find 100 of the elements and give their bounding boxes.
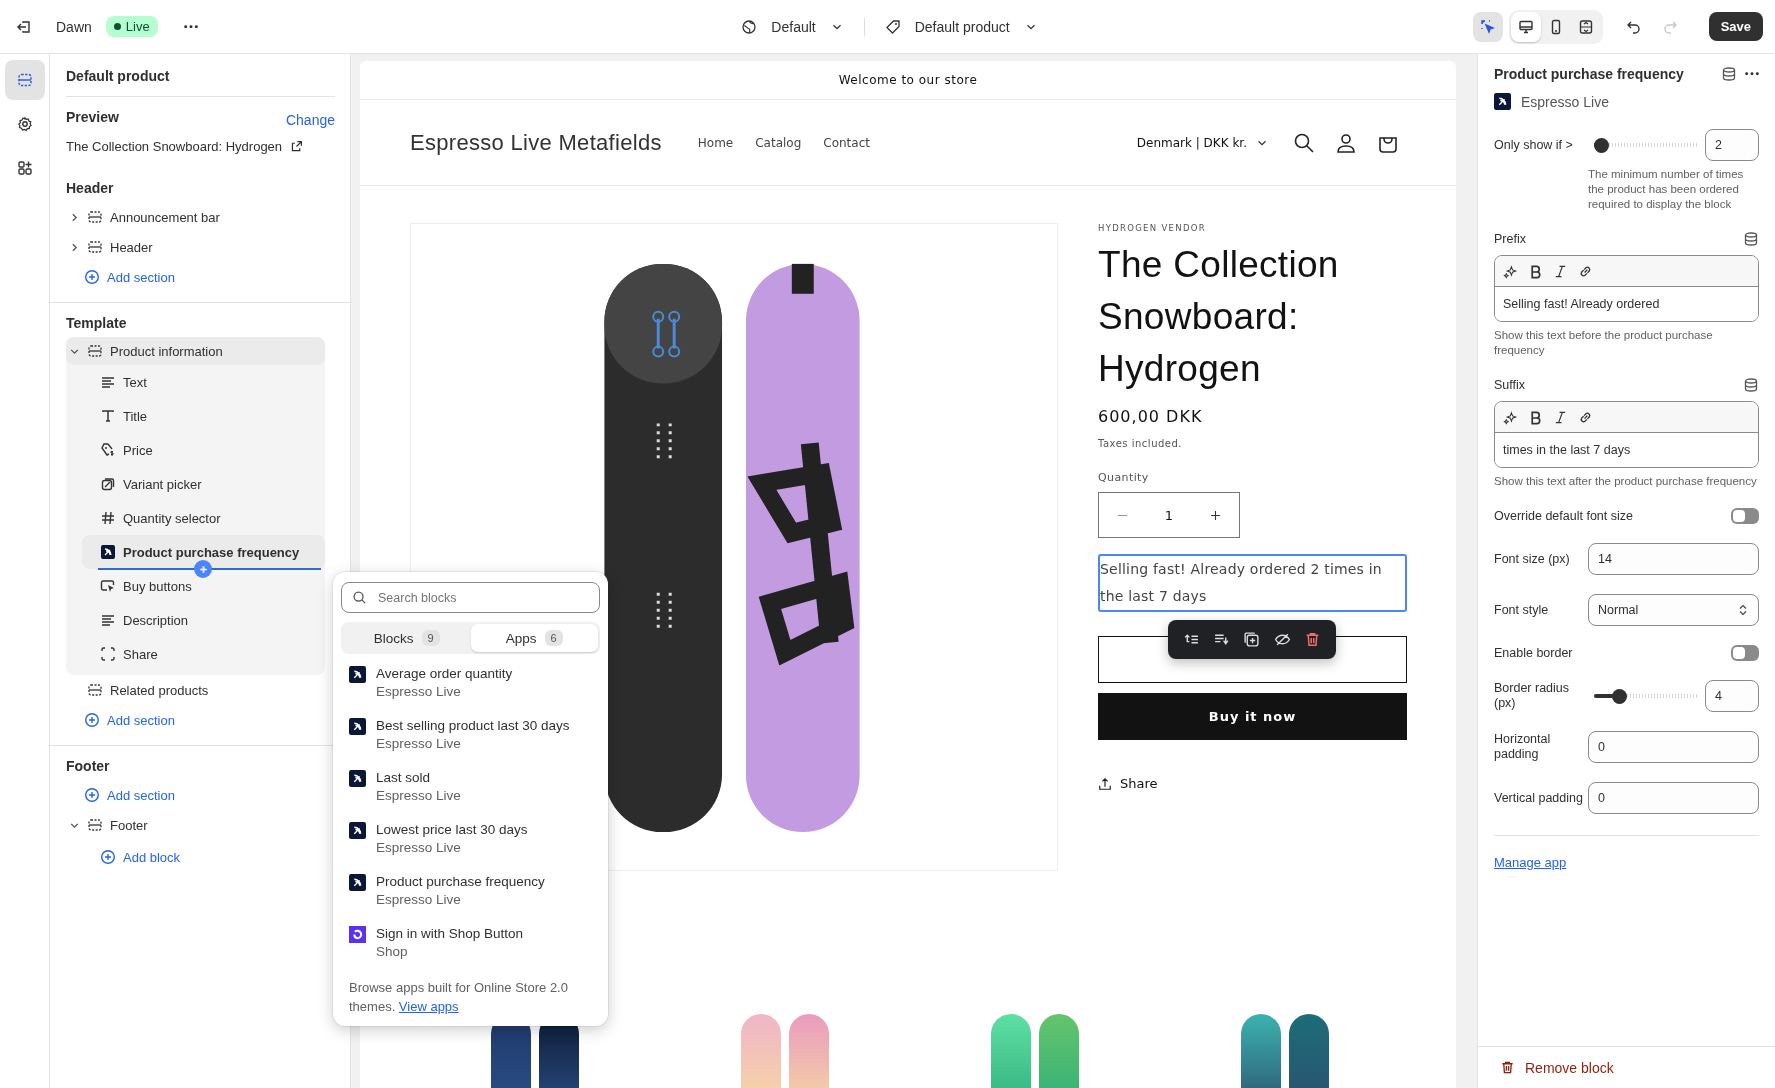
search-field[interactable]: Search blocks: [341, 582, 600, 613]
panel-title: Product purchase frequency: [1494, 66, 1685, 82]
block-item[interactable]: Title: [66, 399, 325, 433]
italic-icon[interactable]: [1553, 263, 1568, 279]
toggle-switch[interactable]: [1731, 508, 1759, 524]
slider-thumb[interactable]: [1611, 688, 1627, 704]
rich-text-editor[interactable]: Selling fast! Already ordered: [1494, 255, 1759, 322]
block-item[interactable]: Share: [66, 637, 325, 671]
bold-icon[interactable]: [1528, 409, 1543, 425]
sparkle-icon[interactable]: [1503, 409, 1518, 425]
more-icon[interactable]: [1745, 72, 1759, 76]
sparkle-icon[interactable]: [1503, 263, 1518, 279]
block-item[interactable]: Price: [66, 433, 325, 467]
quantity-value: 1: [1164, 507, 1174, 523]
italic-icon[interactable]: [1553, 409, 1568, 425]
bold-icon[interactable]: [1528, 263, 1543, 279]
app-logo-icon: [349, 874, 366, 891]
template-selector[interactable]: Default: [733, 12, 852, 41]
help-text: The minimum number of times the product has been ordered required to display the block: [1588, 167, 1745, 212]
manage-app-link[interactable]: Manage app: [1494, 855, 1567, 870]
app-block-item[interactable]: Last sold Espresso Live: [341, 758, 600, 810]
sections-icon: [16, 72, 33, 88]
preview-product: The Collection Snowboard: Hydrogen: [66, 139, 283, 154]
app-block-item[interactable]: Average order quantity Espresso Live: [341, 654, 600, 706]
section-item[interactable]: Header: [66, 232, 335, 262]
app-block-item[interactable]: Best selling product last 30 days Espresso Live: [341, 706, 600, 758]
add-circle-icon: [84, 787, 100, 803]
search-icon[interactable]: [1293, 131, 1315, 154]
store-logo[interactable]: Espresso Live Metafields: [410, 129, 662, 156]
exit-icon[interactable]: [16, 18, 32, 35]
app-logo-icon: [349, 770, 366, 787]
add-section-button[interactable]: Add section: [66, 262, 335, 292]
database-icon[interactable]: [1721, 66, 1737, 82]
app-block-item[interactable]: Product purchase frequency Espresso Live: [341, 862, 600, 914]
desktop-view-button[interactable]: [1510, 11, 1541, 42]
locale-selector[interactable]: Denmark | DKK kr.: [1136, 135, 1269, 150]
share-button[interactable]: Share: [1098, 776, 1158, 791]
block-item[interactable]: Variant picker: [66, 467, 325, 501]
number-field[interactable]: 4: [1705, 680, 1759, 712]
number-field[interactable]: 0: [1588, 731, 1759, 763]
add-circle-icon: [84, 269, 100, 285]
setting-label: Enable border: [1494, 645, 1573, 661]
add-section-button[interactable]: Add section: [66, 780, 335, 810]
nav-link[interactable]: Catalog: [755, 135, 802, 150]
select-field[interactable]: Normal: [1588, 594, 1759, 626]
group-title: Template: [66, 315, 128, 331]
purchase-frequency-block[interactable]: Selling fast! Already ordered 2 times in the last 7 days: [1098, 554, 1407, 612]
external-link-icon[interactable]: [290, 140, 304, 153]
nav-link[interactable]: Home: [697, 135, 734, 150]
database-icon[interactable]: [1743, 231, 1759, 247]
account-icon[interactable]: [1335, 131, 1357, 154]
tag-icon: [884, 18, 901, 35]
number-field[interactable]: 2: [1705, 129, 1759, 161]
block-item[interactable]: Buy buttons: [66, 569, 325, 603]
section-icon: [87, 343, 103, 359]
quantity-stepper[interactable]: 1: [1098, 492, 1240, 538]
plus-icon[interactable]: [1210, 509, 1221, 521]
theme-name: Dawn: [56, 18, 92, 35]
number-field[interactable]: 14: [1588, 543, 1759, 575]
picker-tab[interactable]: Apps 6: [470, 624, 598, 652]
section-item[interactable]: Announcement bar: [66, 202, 335, 232]
number-field[interactable]: 0: [1588, 782, 1759, 814]
database-icon[interactable]: [1743, 377, 1759, 393]
setting-label: Font size (px): [1494, 551, 1571, 567]
buy-now-button[interactable]: Buy it now: [1098, 693, 1407, 740]
announcement-bar: Welcome to our store: [360, 61, 1456, 100]
nav-link[interactable]: Contact: [823, 135, 870, 150]
group-title: Header: [66, 180, 115, 196]
section-item[interactable]: Product information: [66, 337, 325, 365]
sections-rail-button[interactable]: [4, 60, 45, 100]
block-item[interactable]: Text: [66, 365, 325, 399]
block-item[interactable]: Description: [66, 603, 325, 637]
toggle-switch[interactable]: [1731, 645, 1759, 661]
duplicate-icon[interactable]: [1243, 631, 1261, 648]
change-link[interactable]: Change: [285, 112, 335, 128]
remove-block-button[interactable]: Remove block: [1478, 1046, 1775, 1088]
app-block-item[interactable]: Lowest price last 30 days Espresso Live: [341, 810, 600, 862]
app-block-item[interactable]: Sign in with Shop Button Shop: [341, 914, 600, 966]
hide-icon[interactable]: [1273, 631, 1291, 648]
add-block-button[interactable]: Add block: [66, 840, 335, 874]
block-item[interactable]: Quantity selector: [66, 501, 325, 535]
app-logo-icon: [349, 666, 366, 683]
view-apps-link[interactable]: View apps: [398, 999, 459, 1014]
app-name: Espresso Live: [1521, 93, 1609, 110]
slider-thumb[interactable]: [1594, 137, 1609, 153]
picker-tab[interactable]: Blocks 9: [343, 624, 471, 652]
rich-text-editor[interactable]: times in the last 7 days: [1494, 401, 1759, 468]
add-circle-icon: [84, 712, 100, 728]
page-selector[interactable]: Default product: [876, 12, 1046, 41]
section-item[interactable]: Related products: [66, 675, 335, 705]
save-button[interactable]: Save: [1708, 12, 1763, 41]
setting-label: Suffix: [1494, 377, 1526, 393]
full-width-icon: [1577, 18, 1594, 35]
setting-label: Prefix: [1494, 231, 1526, 247]
share-icon: [1098, 776, 1112, 791]
section-item[interactable]: Footer: [66, 810, 335, 840]
trash-icon: [1500, 1060, 1515, 1075]
add-section-button[interactable]: Add section: [66, 705, 335, 735]
inspector-button[interactable]: [1472, 11, 1503, 42]
setting-label: Horizontal padding: [1494, 732, 1552, 762]
